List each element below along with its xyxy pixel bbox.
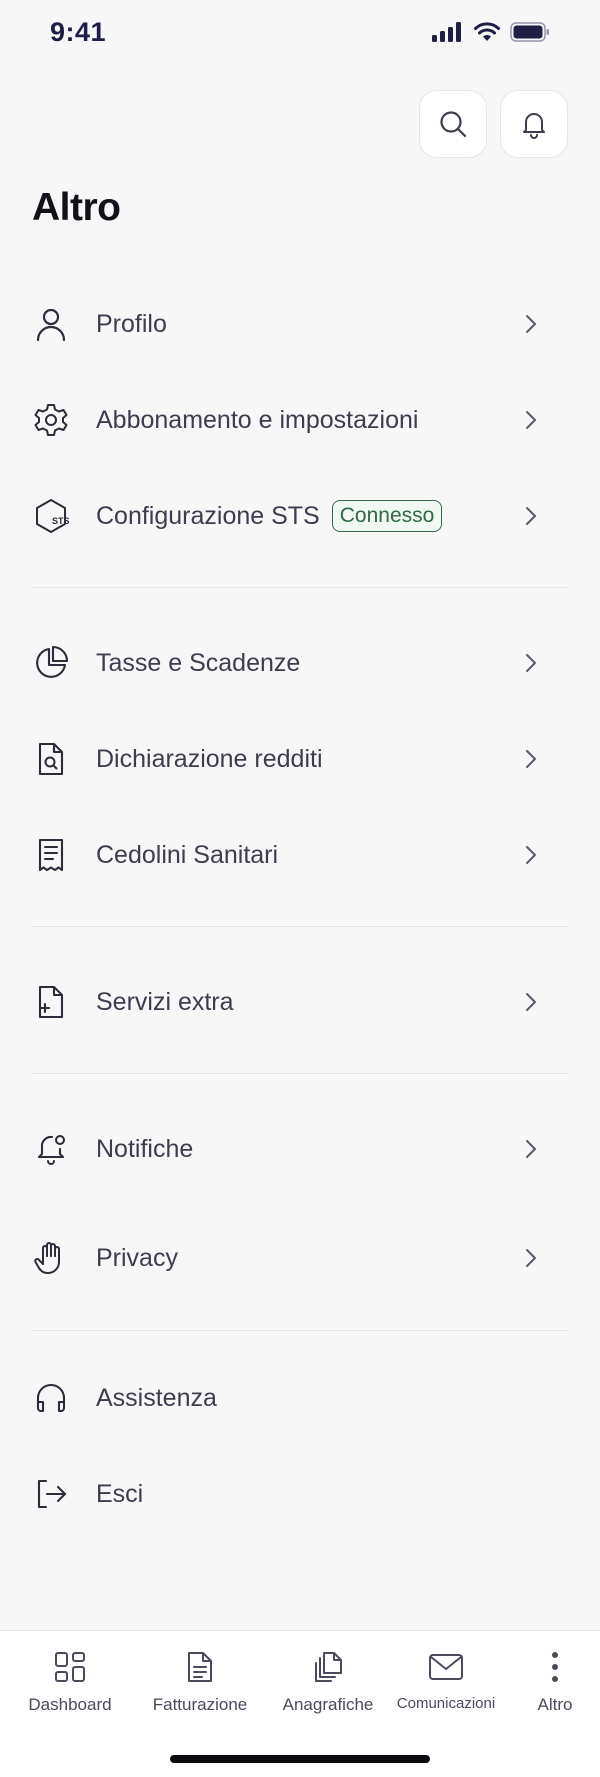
more-vertical-icon — [537, 1649, 573, 1685]
tab-altro[interactable]: Altro — [522, 1631, 588, 1731]
menu-item-sts[interactable]: STS Configurazione STS Connesso — [0, 476, 600, 556]
status-bar: 9:41 — [0, 0, 600, 70]
menu-item-privacy[interactable]: Privacy — [0, 1218, 600, 1298]
menu-label-abbonamento: Abbonamento e impostazioni — [96, 405, 419, 434]
chevron-right-icon — [524, 1138, 538, 1160]
chevron-right-icon — [524, 1247, 538, 1269]
menu-label-sts: Configurazione STS Connesso — [96, 500, 443, 532]
user-icon — [32, 305, 70, 343]
tab-label-anagrafiche: Anagrafiche — [282, 1695, 374, 1714]
menu-item-dichiarazione[interactable]: Dichiarazione redditi — [0, 719, 600, 799]
tab-dashboard[interactable]: Dashboard — [20, 1631, 120, 1731]
chevron-right-icon — [524, 991, 538, 1013]
search-button[interactable] — [419, 90, 487, 158]
notifications-button[interactable] — [500, 90, 568, 158]
top-actions — [419, 90, 568, 158]
files-icon — [310, 1649, 346, 1685]
document-icon — [182, 1649, 218, 1685]
gear-icon — [32, 401, 70, 439]
home-indicator — [170, 1755, 430, 1763]
divider — [32, 1073, 568, 1074]
page-title: Altro — [32, 186, 121, 229]
menu-label-dichiarazione: Dichiarazione redditi — [96, 744, 323, 773]
menu-item-cedolini[interactable]: Cedolini Sanitari — [0, 815, 600, 895]
status-icons — [432, 22, 550, 42]
tab-label-fatturazione: Fatturazione — [152, 1695, 248, 1714]
divider — [32, 926, 568, 927]
hand-icon — [32, 1239, 70, 1277]
cellular-signal-icon — [432, 22, 464, 42]
status-badge: Connesso — [331, 500, 443, 532]
logout-icon — [32, 1475, 70, 1513]
menu-item-assistenza[interactable]: Assistenza — [0, 1358, 600, 1438]
mail-icon — [428, 1649, 464, 1685]
tab-fatturazione[interactable]: Fatturazione — [140, 1631, 260, 1731]
menu-item-profilo[interactable]: Profilo — [0, 284, 600, 364]
chevron-right-icon — [524, 652, 538, 674]
menu-label-notifiche: Notifiche — [96, 1134, 194, 1163]
menu-label-tasse: Tasse e Scadenze — [96, 648, 301, 677]
menu-item-abbonamento[interactable]: Abbonamento e impostazioni — [0, 380, 600, 460]
status-time: 9:41 — [50, 17, 107, 47]
battery-icon — [510, 22, 550, 42]
menu-label-sts-text: Configurazione STS — [96, 502, 320, 530]
tab-comunicazioni[interactable]: Comunicazioni — [390, 1631, 502, 1731]
menu-label-privacy: Privacy — [96, 1243, 178, 1272]
headset-icon — [32, 1379, 70, 1417]
sts-icon-text: STS — [52, 516, 69, 526]
chevron-right-icon — [524, 409, 538, 431]
menu-label-assistenza: Assistenza — [96, 1383, 217, 1412]
pie-chart-icon — [32, 644, 70, 682]
bell-icon — [519, 109, 549, 139]
chevron-right-icon — [524, 505, 538, 527]
file-plus-icon — [32, 983, 70, 1021]
menu-item-esci[interactable]: Esci — [0, 1454, 600, 1534]
menu-item-tasse[interactable]: Tasse e Scadenze — [0, 623, 600, 703]
tab-label-dashboard: Dashboard — [28, 1695, 112, 1714]
chevron-right-icon — [524, 313, 538, 335]
menu-label-profilo: Profilo — [96, 309, 167, 338]
tab-label-comunicazioni: Comunicazioni — [396, 1695, 496, 1712]
menu-label-esci: Esci — [96, 1479, 144, 1508]
document-search-icon — [32, 740, 70, 778]
receipt-icon — [32, 836, 70, 874]
divider — [32, 587, 568, 588]
chevron-right-icon — [524, 748, 538, 770]
tab-label-altro: Altro — [537, 1695, 573, 1714]
sts-hexagon-icon: STS — [32, 497, 70, 535]
bell-dot-icon — [32, 1130, 70, 1168]
dashboard-icon — [52, 1649, 88, 1685]
menu-item-notifiche[interactable]: Notifiche — [0, 1109, 600, 1189]
menu-label-servizi: Servizi extra — [96, 987, 234, 1016]
menu-label-cedolini: Cedolini Sanitari — [96, 840, 279, 869]
wifi-icon — [474, 22, 500, 42]
tab-anagrafiche[interactable]: Anagrafiche — [268, 1631, 388, 1731]
divider — [32, 1330, 568, 1331]
search-icon — [438, 109, 468, 139]
chevron-right-icon — [524, 844, 538, 866]
menu-item-servizi[interactable]: Servizi extra — [0, 962, 600, 1042]
